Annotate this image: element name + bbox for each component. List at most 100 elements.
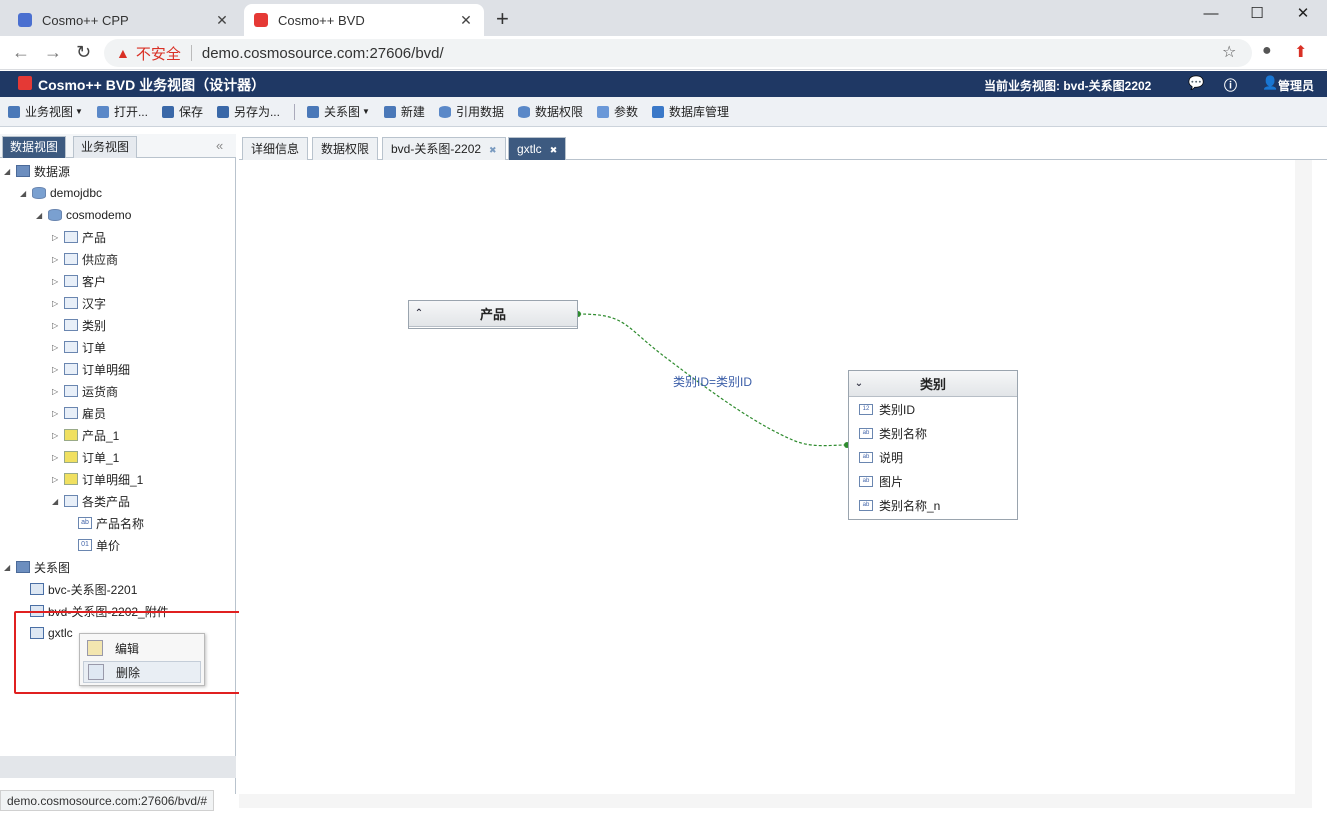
collapsed-arrow-icon[interactable]: ▷ [52,409,62,418]
close-tab-icon[interactable]: ✕ [458,12,474,29]
forward-icon[interactable]: → [44,42,62,63]
collapsed-arrow-icon[interactable]: ▷ [52,453,62,462]
tree-node-table[interactable]: ▷ 供应商 [52,248,118,270]
expanded-arrow-icon[interactable]: ◢ [4,167,14,176]
toolbar-parameter-button[interactable]: 参数 [596,103,638,120]
chevron-down-icon: ▼ [362,107,370,116]
status-url-bubble: demo.cosmosource.com:27606/bvd/# [0,790,215,811]
collapsed-arrow-icon[interactable]: ▷ [52,343,62,352]
tree-node-connection[interactable]: ◢ demojdbc [20,182,102,204]
tree-node-table[interactable]: ▷ 订单 [52,336,106,358]
url-input[interactable]: ▲ 不安全 demo.cosmosource.com:27606/bvd/ [104,39,1252,67]
tree-node-datasource[interactable]: ◢ 数据源 [4,160,70,182]
collapse-up-icon[interactable]: ⌃ [409,308,429,319]
tab-details[interactable]: 详细信息 [242,137,309,160]
toolbar-save-button[interactable]: 保存 [161,103,203,120]
tree-node-table[interactable]: ▷ 雇员 [52,402,106,424]
tab-business-view[interactable]: 业务视图 [73,136,138,158]
toolbar-permission-button[interactable]: 数据权限 [517,103,583,120]
user-icon[interactable]: 👤 [1262,75,1278,91]
tab-gxtlc[interactable]: gxtlc ✖ [508,137,567,161]
minimize-icon[interactable]: — [1188,0,1234,30]
tab-data-permission[interactable]: 数据权限 [312,137,379,160]
tree-node-table[interactable]: ▷ 产品 [52,226,106,248]
tab-label: 详细信息 [251,142,300,156]
insecure-label[interactable]: 不安全 [136,43,181,64]
collapsed-arrow-icon[interactable]: ▷ [52,387,62,396]
relation-label[interactable]: 类别ID=类别ID [673,373,752,390]
horizontal-scrollbar[interactable] [239,794,1312,808]
profile-icon[interactable]: ● [1262,42,1272,60]
bookmark-star-icon[interactable]: ☆ [1222,42,1236,62]
tab-bvd-diagram[interactable]: bvd-关系图-2202 ✖ [382,137,506,160]
expanded-arrow-icon[interactable]: ◢ [20,189,30,198]
tree-node-table[interactable]: ▷ 订单明细 [52,358,130,380]
reload-icon[interactable]: ↻ [76,42,91,63]
entity-product[interactable]: ⌃ 产品 [408,300,578,329]
info-icon[interactable]: ⓘ [1224,75,1237,94]
close-tab-icon[interactable]: ✖ [550,139,558,161]
entity-field[interactable]: ab 说明 [849,445,1017,469]
entity-field[interactable]: ab 图片 [849,469,1017,493]
update-icon[interactable]: ⬆ [1294,42,1307,62]
close-tab-icon[interactable]: ✖ [489,139,497,161]
collapsed-arrow-icon[interactable]: ▷ [52,255,62,264]
expanded-arrow-icon[interactable]: ◢ [52,497,62,506]
close-tab-icon[interactable]: ✕ [214,12,230,29]
relation-connector [575,311,850,448]
tree-node-relations-root[interactable]: ◢ 关系图 [4,556,70,578]
back-icon[interactable]: ← [12,42,30,63]
tab-label: 数据权限 [321,142,370,156]
url-text[interactable]: demo.cosmosource.com:27606/bvd/ [202,45,444,62]
browser-tab-cpp[interactable]: Cosmo++ CPP ✕ [8,4,240,36]
expanded-arrow-icon[interactable]: ◢ [4,563,14,572]
toolbar-save-as-button[interactable]: 另存为... [216,103,280,120]
entity-header[interactable]: ⌄ 类别 [849,371,1017,397]
chat-icon[interactable]: 💬 [1188,75,1204,91]
collapsed-arrow-icon[interactable]: ▷ [52,233,62,242]
tree-node-schema[interactable]: ◢ cosmodemo [36,204,131,226]
toolbar-view-button[interactable]: 业务视图 ▼ [8,103,83,120]
entity-field[interactable]: ab 类别名称 [849,421,1017,445]
collapsed-arrow-icon[interactable]: ▷ [52,475,62,484]
tab-data-view[interactable]: 数据视图 [2,136,67,158]
collapsed-arrow-icon[interactable]: ▷ [52,277,62,286]
user-name[interactable]: 管理员 [1278,77,1314,94]
tree-node-column[interactable]: ab 产品名称 [78,512,144,534]
expand-down-icon[interactable]: ⌄ [849,378,869,389]
tree-node-column[interactable]: 01 单价 [78,534,120,556]
toolbar-ref-data-button[interactable]: 引用数据 [438,103,504,120]
collapsed-arrow-icon[interactable]: ▷ [52,365,62,374]
entity-category[interactable]: ⌄ 类别 12 类别ID ab 类别名称 ab 说明 ab 图片 ab 类别名称_n [848,370,1018,520]
entity-field[interactable]: ab 类别名称_n [849,493,1017,517]
entity-header[interactable]: ⌃ 产品 [409,301,577,327]
warning-icon[interactable]: ▲ [116,45,130,61]
tree-node-table[interactable]: ▷ 运货商 [52,380,118,402]
tree-node-query[interactable]: ◢ 各类产品 [52,490,130,512]
toolbar-diagram-button[interactable]: 关系图 ▼ [306,103,370,120]
field-name: 类别名称_n [879,498,941,513]
tree-node-table[interactable]: ▷ 类别 [52,314,106,336]
browser-tab-bvd[interactable]: Cosmo++ BVD ✕ [244,4,484,36]
tree-node-table[interactable]: ▷ 客户 [52,270,106,292]
toolbar-new-button[interactable]: 新建 [383,103,425,120]
new-tab-button[interactable]: + [496,6,509,32]
tree-node-view[interactable]: ▷ 订单_1 [52,446,119,468]
collapse-panel-icon[interactable]: « [216,138,223,153]
entity-field[interactable]: 12 类别ID [849,397,1017,421]
tree-node-view[interactable]: ▷ 产品_1 [52,424,119,446]
collapsed-arrow-icon[interactable]: ▷ [52,321,62,330]
collapsed-arrow-icon[interactable]: ▷ [52,299,62,308]
window-close-icon[interactable]: ✕ [1280,0,1326,30]
tree-node-relation[interactable]: bvc-关系图-2201 [30,578,137,600]
toolbar-db-manage-button[interactable]: 数据库管理 [651,103,729,120]
vertical-scrollbar[interactable] [1295,160,1312,794]
tree-node-table[interactable]: ▷ 汉字 [52,292,106,314]
expanded-arrow-icon[interactable]: ◢ [36,211,46,220]
toolbar-open-button[interactable]: 打开... [96,103,148,120]
maximize-icon[interactable]: ☐ [1234,0,1280,30]
diagram-canvas[interactable]: 类别ID=类别ID ⌃ 产品 ⌄ 类别 12 类别ID ab 类别名称 ab 说明 a… [239,161,1327,794]
collapsed-arrow-icon[interactable]: ▷ [52,431,62,440]
view-pencil-icon [64,451,78,463]
tree-node-view[interactable]: ▷ 订单明细_1 [52,468,143,490]
